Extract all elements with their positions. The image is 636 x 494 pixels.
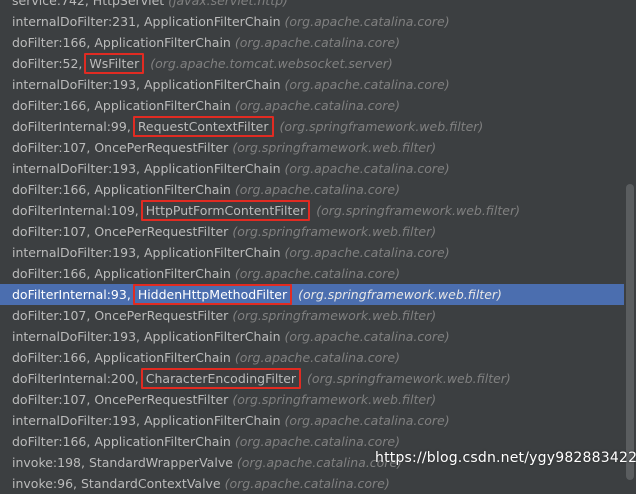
- frame-filter-class-highlight: HiddenHttpMethodFilter: [132, 284, 293, 305]
- frame-method: service:742, HttpServlet: [12, 0, 165, 8]
- frame-method: internalDoFilter:193, ApplicationFilterC…: [12, 161, 281, 176]
- stack-frame[interactable]: doFilter:107, OncePerRequestFilter (org.s…: [0, 137, 624, 158]
- scrollbar-track[interactable]: [624, 0, 636, 480]
- stack-frame[interactable]: internalDoFilter:193, ApplicationFilterC…: [0, 326, 624, 347]
- frame-package: (org.apache.catalina.core): [284, 329, 450, 344]
- frame-package: (org.springframework.web.filter): [232, 224, 437, 239]
- frame-method: doFilter:166, ApplicationFilterChain: [12, 98, 231, 113]
- stack-frames-list: service:742, HttpServlet (javax.servlet.h…: [0, 0, 624, 494]
- frame-method: doFilter:107, OncePerRequestFilter: [12, 224, 229, 239]
- frame-method: doFilter:107, OncePerRequestFilter: [12, 392, 229, 407]
- frame-method: invoke:198, StandardWrapperValve: [12, 455, 233, 470]
- stack-frame[interactable]: doFilterInternal:99, RequestContextFilter…: [0, 116, 624, 137]
- frame-method: internalDoFilter:193, ApplicationFilterC…: [12, 413, 281, 428]
- stack-frame[interactable]: doFilterInternal:200, CharacterEncodingFi…: [0, 368, 624, 389]
- stack-frame[interactable]: internalDoFilter:193, ApplicationFilterC…: [0, 74, 624, 95]
- stack-frame-selected[interactable]: doFilterInternal:93, HiddenHttpMethodFilt…: [0, 284, 624, 305]
- stack-frame[interactable]: internalDoFilter:231, ApplicationFilterC…: [0, 11, 624, 32]
- frame-method: doFilterInternal:109,: [12, 203, 139, 218]
- frame-method: internalDoFilter:231, ApplicationFilterC…: [12, 14, 281, 29]
- frame-package: (org.apache.catalina.core): [284, 77, 450, 92]
- frame-package: (org.apache.catalina.core): [234, 98, 400, 113]
- frame-method: doFilter:107, OncePerRequestFilter: [12, 308, 229, 323]
- frame-filter-class-highlight: RequestContextFilter: [132, 116, 274, 137]
- frame-method: doFilter:52,: [12, 56, 83, 71]
- frame-method: invoke:96, StandardContextValve: [12, 476, 221, 491]
- frame-method: doFilterInternal:93,: [12, 287, 131, 302]
- frame-package: (org.apache.catalina.core): [284, 413, 450, 428]
- frame-method: doFilter:107, OncePerRequestFilter: [12, 140, 229, 155]
- frame-method: doFilter:166, ApplicationFilterChain: [12, 266, 231, 281]
- stack-frame[interactable]: doFilter:107, OncePerRequestFilter (org.s…: [0, 305, 624, 326]
- frame-package: (org.springframework.web.filter): [279, 119, 484, 134]
- frame-package: (org.springframework.web.filter): [232, 308, 437, 323]
- frame-package: (org.apache.tomcat.websocket.server): [150, 56, 393, 71]
- stack-frame[interactable]: doFilter:166, ApplicationFilterChain (org…: [0, 347, 624, 368]
- frame-package: (org.springframework.web.filter): [232, 140, 437, 155]
- frame-method: internalDoFilter:193, ApplicationFilterC…: [12, 329, 281, 344]
- frame-package: (org.apache.catalina.core): [234, 434, 400, 449]
- stack-frame[interactable]: doFilter:166, ApplicationFilterChain (org…: [0, 32, 624, 53]
- frame-package: (org.springframework.web.filter): [316, 203, 520, 218]
- frame-package: (org.springframework.web.filter): [307, 371, 511, 386]
- frame-method: internalDoFilter:193, ApplicationFilterC…: [12, 245, 281, 260]
- stack-frame[interactable]: doFilter:166, ApplicationFilterChain (org…: [0, 431, 624, 452]
- scrollbar-thumb[interactable]: [626, 184, 634, 480]
- frame-package: (org.apache.catalina.core): [234, 182, 400, 197]
- frame-package: (org.apache.catalina.core): [284, 245, 450, 260]
- frame-method: doFilter:166, ApplicationFilterChain: [12, 35, 231, 50]
- frame-filter-class-highlight: WsFilter: [84, 53, 145, 74]
- stack-frame[interactable]: invoke:96, StandardContextValve (org.apac…: [0, 473, 624, 494]
- frame-filter-class-highlight: CharacterEncodingFilter: [140, 368, 302, 389]
- frame-package: (org.apache.catalina.core): [284, 14, 450, 29]
- frame-package: (org.apache.catalina.core): [234, 35, 400, 50]
- frame-package: (org.apache.catalina.core): [234, 266, 400, 281]
- frame-method: internalDoFilter:193, ApplicationFilterC…: [12, 77, 281, 92]
- stack-frame[interactable]: doFilter:166, ApplicationFilterChain (org…: [0, 179, 624, 200]
- stack-frame[interactable]: service:742, HttpServlet (javax.servlet.h…: [0, 0, 624, 11]
- stack-frame[interactable]: doFilter:107, OncePerRequestFilter (org.s…: [0, 389, 624, 410]
- stack-frame[interactable]: internalDoFilter:193, ApplicationFilterC…: [0, 242, 624, 263]
- stack-frame[interactable]: doFilter:107, OncePerRequestFilter (org.s…: [0, 221, 624, 242]
- watermark-text: https://blog.csdn.net/ygy982883422: [375, 450, 636, 466]
- frame-filter-class-highlight: HttpPutFormContentFilter: [140, 200, 311, 221]
- frame-package: (org.apache.catalina.core): [284, 161, 450, 176]
- frame-method: doFilter:166, ApplicationFilterChain: [12, 350, 231, 365]
- stack-frame[interactable]: internalDoFilter:193, ApplicationFilterC…: [0, 158, 624, 179]
- frame-package: (org.apache.catalina.core): [234, 350, 400, 365]
- frame-package: (org.springframework.web.filter): [232, 392, 437, 407]
- stack-frame[interactable]: doFilter:166, ApplicationFilterChain (org…: [0, 95, 624, 116]
- stack-frame[interactable]: doFilter:166, ApplicationFilterChain (org…: [0, 263, 624, 284]
- stack-frame[interactable]: internalDoFilter:193, ApplicationFilterC…: [0, 410, 624, 431]
- frame-method: doFilterInternal:200,: [12, 371, 139, 386]
- frame-method: doFilter:166, ApplicationFilterChain: [12, 182, 231, 197]
- frame-package: (javax.servlet.http): [168, 0, 288, 8]
- frame-package: (org.apache.catalina.core): [224, 476, 390, 491]
- frame-method: doFilterInternal:99,: [12, 119, 131, 134]
- stack-frame[interactable]: doFilter:52, WsFilter (org.apache.tomcat.w…: [0, 53, 624, 74]
- frame-package: (org.springframework.web.filter): [298, 287, 502, 302]
- stack-frame[interactable]: doFilterInternal:109, HttpPutFormContentF…: [0, 200, 624, 221]
- frame-method: doFilter:166, ApplicationFilterChain: [12, 434, 231, 449]
